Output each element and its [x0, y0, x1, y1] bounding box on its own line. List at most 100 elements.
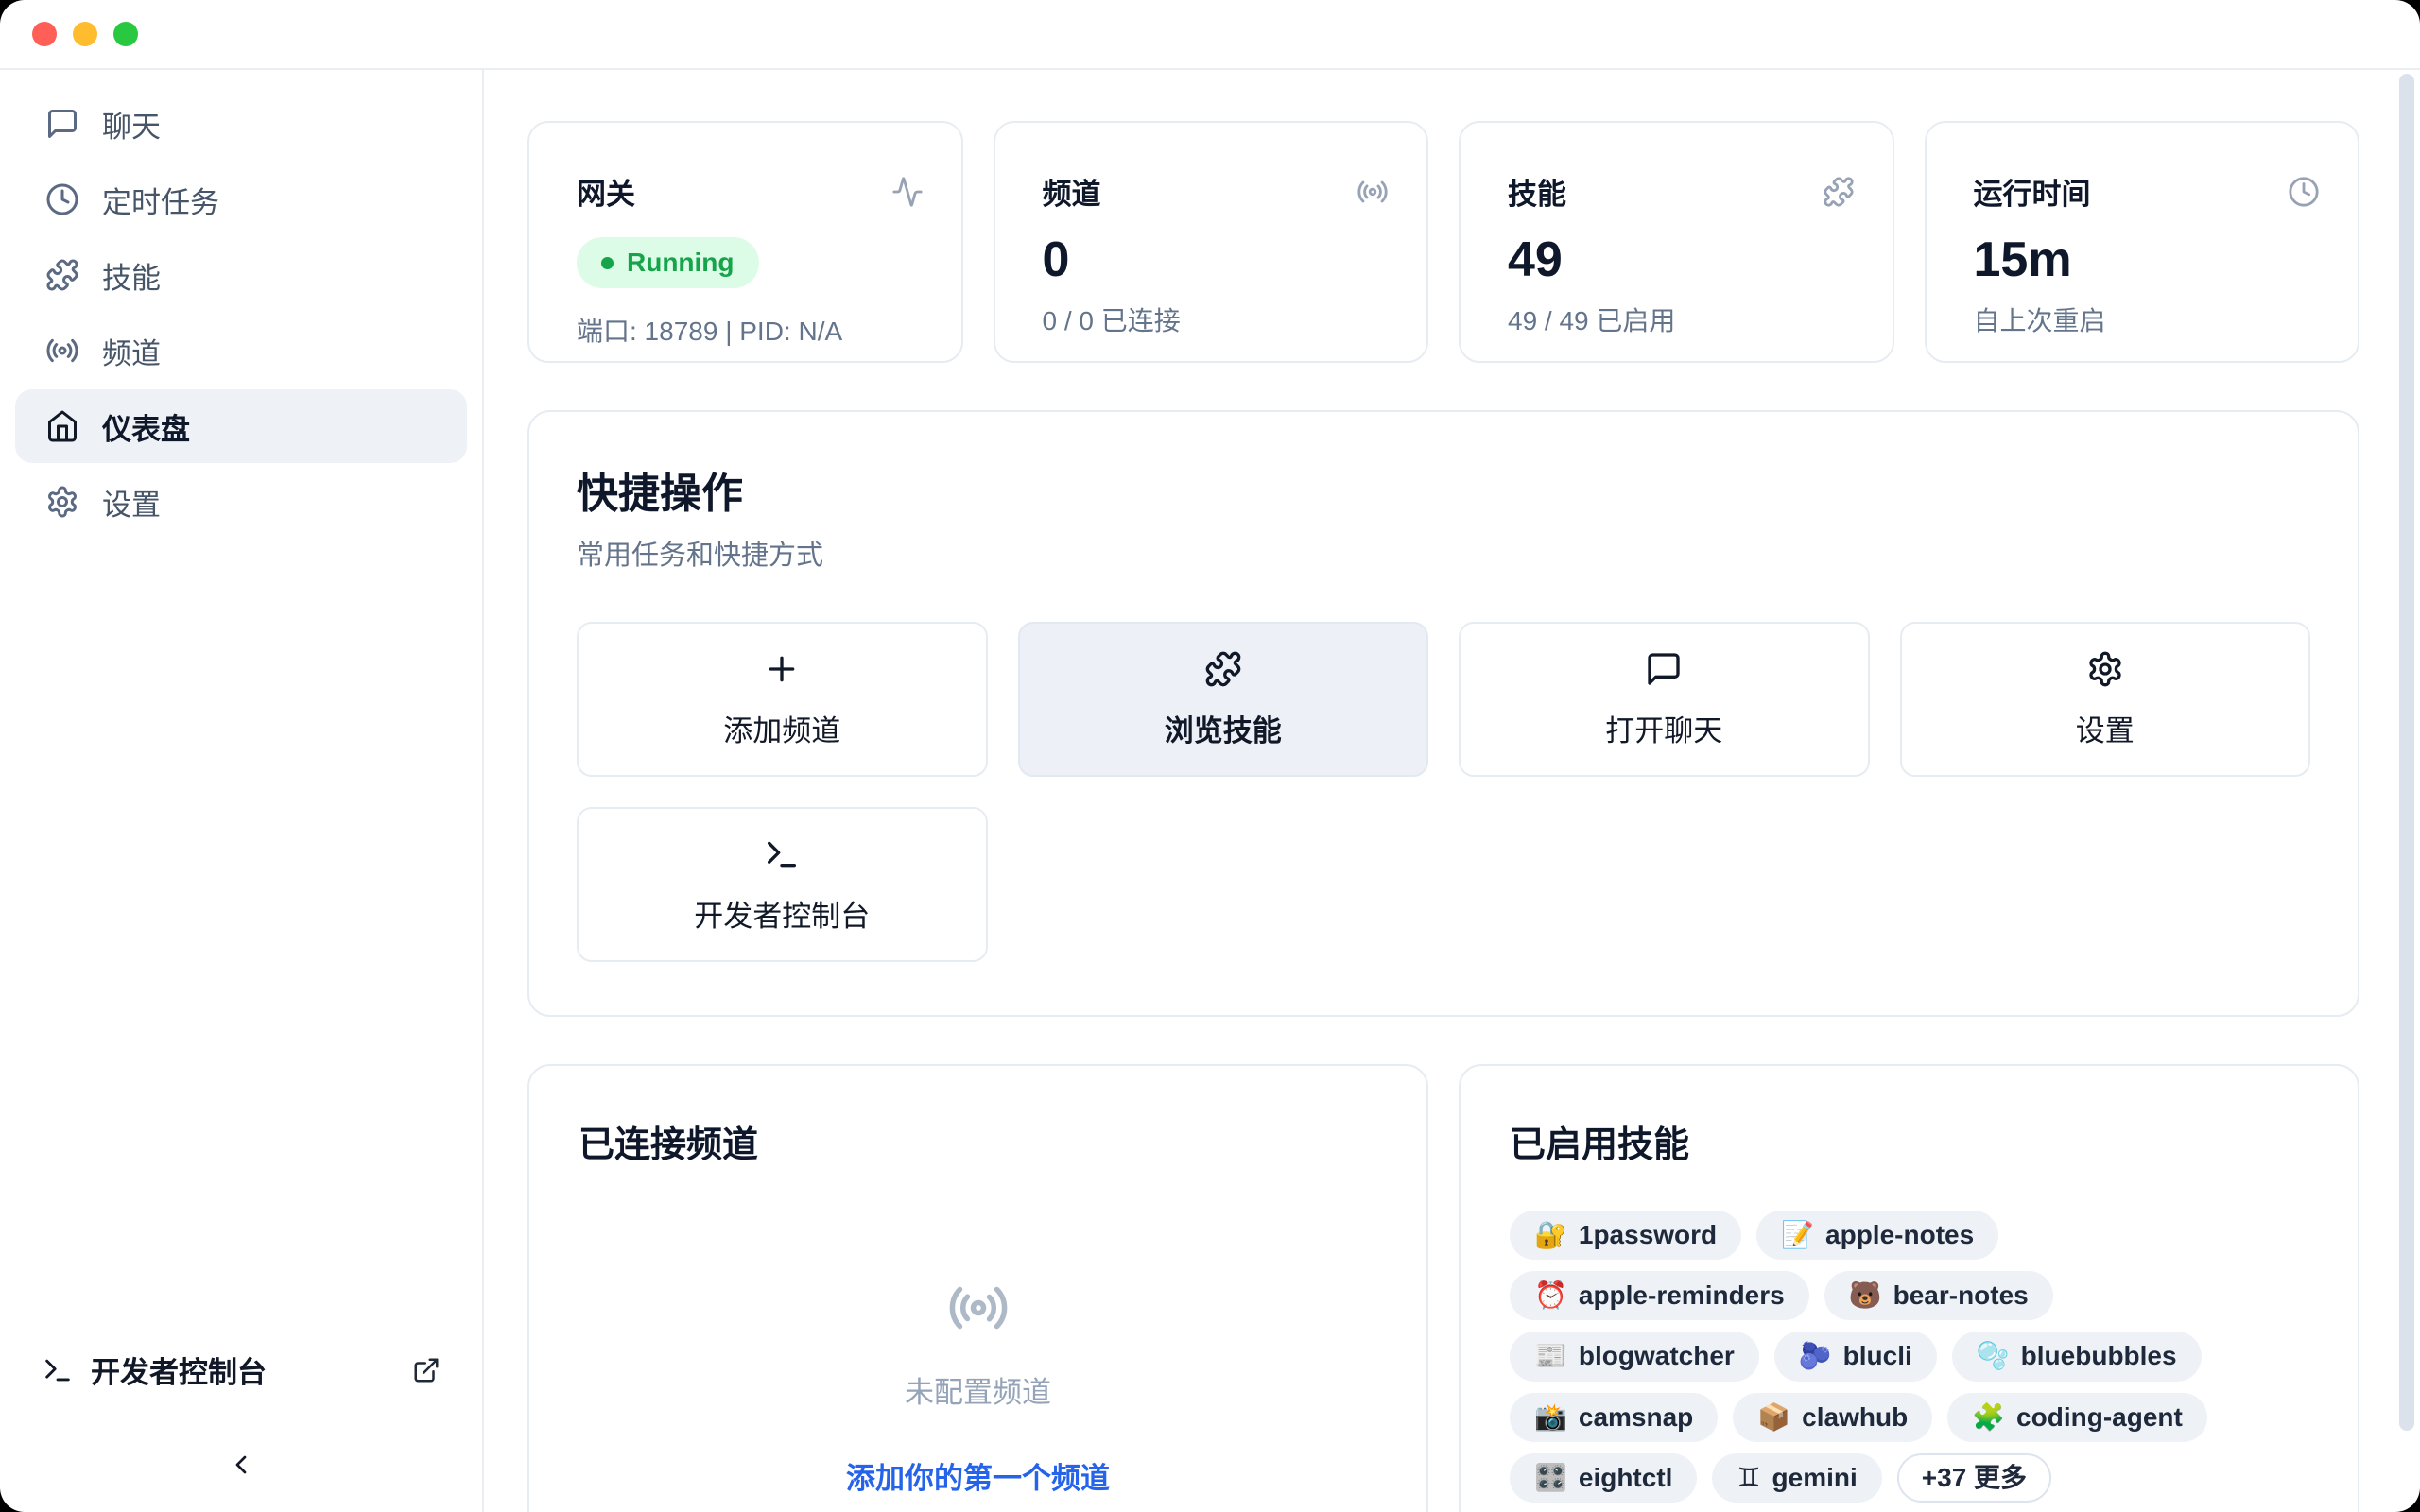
skill-pill[interactable]: 🐻 bear-notes [1824, 1271, 2053, 1320]
enabled-skills-title: 已启用技能 [1510, 1115, 2308, 1167]
stat-title: 技能 [1508, 170, 1566, 213]
radio-icon [45, 334, 79, 368]
stat-detail: 0 / 0 已连接 [1043, 301, 1390, 338]
stat-title: 运行时间 [1974, 170, 2091, 213]
plus-icon [763, 650, 801, 688]
skill-emoji: 🫐 [1799, 1341, 1832, 1371]
status-badge-label: Running [627, 248, 735, 278]
quick-action-browse-skills[interactable]: 浏览技能 [1018, 622, 1429, 777]
quick-actions-subtitle: 常用任务和快捷方式 [577, 533, 2310, 573]
skill-pill[interactable]: 📸 camsnap [1510, 1393, 1718, 1442]
console-label: 开发者控制台 [91, 1349, 267, 1391]
skill-name: apple-notes [1825, 1220, 1974, 1250]
skill-name: blogwatcher [1579, 1341, 1735, 1371]
home-icon [45, 409, 79, 443]
quick-actions-panel: 快捷操作 常用任务和快捷方式 添加频道 浏览技能 打开聊天 设置 开发者控制台 [527, 410, 2360, 1017]
sidebar-item-settings[interactable]: 设置 [15, 465, 467, 539]
clock-icon [45, 182, 79, 216]
skill-emoji: 📰 [1534, 1341, 1567, 1371]
more-skills-button[interactable]: +37 更多 [1897, 1453, 2051, 1503]
connected-channels-title: 已连接频道 [579, 1115, 1377, 1167]
sidebar-item-label: 技能 [102, 254, 161, 297]
skill-pill[interactable]: 🫧 bluebubbles [1952, 1332, 2202, 1381]
stat-value: 0 [1043, 233, 1390, 287]
skill-name: clawhub [1802, 1402, 1908, 1433]
external-link-icon[interactable] [412, 1356, 441, 1384]
quick-action-label: 浏览技能 [1165, 707, 1282, 749]
quick-action-dev-console[interactable]: 开发者控制台 [577, 807, 988, 962]
minimize-button[interactable] [73, 22, 97, 46]
channels-empty-state: 未配置频道 添加你的第一个频道 [579, 1167, 1377, 1497]
sidebar-item-channels[interactable]: 频道 [15, 314, 467, 387]
sidebar-item-dashboard[interactable]: 仪表盘 [15, 389, 467, 463]
radio-icon [947, 1277, 1010, 1339]
skill-pill[interactable]: 🎛️ eightctl [1510, 1453, 1697, 1503]
skill-pill[interactable]: 📝 apple-notes [1756, 1211, 1998, 1260]
skill-pill[interactable]: ⏰ apple-reminders [1510, 1271, 1809, 1320]
close-button[interactable] [32, 22, 57, 46]
puzzle-icon [1823, 176, 1855, 208]
stat-title: 网关 [577, 170, 635, 213]
enabled-skills-panel: 已启用技能 🔐 1password 📝 apple-notes ⏰ apple-… [1459, 1064, 2360, 1512]
collapse-row [15, 1450, 467, 1480]
puzzle-icon [1204, 650, 1242, 688]
skills-list: 🔐 1password 📝 apple-notes ⏰ apple-remind… [1510, 1211, 2308, 1503]
skill-name: 1password [1579, 1220, 1717, 1250]
sidebar-footer: 开发者控制台 [15, 1349, 467, 1480]
sidebar-item-label: 定时任务 [102, 179, 219, 221]
chat-icon [45, 107, 79, 141]
skill-name: gemini [1772, 1463, 1858, 1493]
stat-title: 频道 [1043, 170, 1101, 213]
skill-name: blucli [1843, 1341, 1912, 1371]
chat-icon [1645, 650, 1683, 688]
quick-action-label: 添加频道 [723, 707, 840, 749]
sidebar-item-scheduled-tasks[interactable]: 定时任务 [15, 163, 467, 236]
add-first-channel-link[interactable]: 添加你的第一个频道 [846, 1454, 1110, 1497]
zoom-button[interactable] [113, 22, 138, 46]
quick-actions-grid: 添加频道 浏览技能 打开聊天 设置 开发者控制台 [577, 622, 2310, 962]
skill-emoji: 🎛️ [1534, 1463, 1567, 1493]
sidebar-item-label: 聊天 [102, 103, 161, 146]
puzzle-icon [45, 258, 79, 292]
status-dot [601, 257, 614, 269]
quick-actions-title: 快捷操作 [577, 459, 2310, 520]
skill-pill[interactable]: 🧩 coding-agent [1947, 1393, 2207, 1442]
skill-emoji: 📝 [1781, 1220, 1814, 1250]
quick-action-open-chat[interactable]: 打开聊天 [1459, 622, 1870, 777]
app-window: 聊天 定时任务 技能 频道 仪表盘 设置 开发者控制台 [0, 0, 2420, 1512]
skill-name: bluebubbles [2021, 1341, 2177, 1371]
main-content: 网关 Running 端口: 18789 | PID: N/A 频道 0 0 /… [484, 70, 2420, 1512]
skill-emoji: 🐻 [1849, 1280, 1882, 1311]
skill-emoji: 🫧 [1977, 1341, 2010, 1371]
skill-emoji: ♊ [1737, 1463, 1760, 1493]
sidebar-item-label: 频道 [102, 330, 161, 372]
stats-row: 网关 Running 端口: 18789 | PID: N/A 频道 0 0 /… [527, 121, 2360, 363]
skill-emoji: ⏰ [1534, 1280, 1567, 1311]
skill-name: eightctl [1579, 1463, 1673, 1493]
sidebar-console-link[interactable]: 开发者控制台 [15, 1349, 467, 1391]
skill-pill[interactable]: 🫐 blucli [1774, 1332, 1937, 1381]
stat-detail: 49 / 49 已启用 [1508, 301, 1855, 338]
terminal-icon [42, 1354, 74, 1386]
skill-pill[interactable]: 📰 blogwatcher [1510, 1332, 1759, 1381]
skill-name: camsnap [1579, 1402, 1693, 1433]
skill-emoji: 🧩 [1972, 1402, 2005, 1433]
sidebar-item-chat[interactable]: 聊天 [15, 87, 467, 161]
sidebar-nav: 聊天 定时任务 技能 频道 仪表盘 设置 [15, 87, 467, 541]
skill-pill[interactable]: ♊ gemini [1712, 1453, 1881, 1503]
empty-state-text: 未配置频道 [579, 1368, 1377, 1411]
collapse-sidebar-button[interactable] [226, 1450, 256, 1480]
gear-icon [45, 485, 79, 519]
quick-action-settings[interactable]: 设置 [1900, 622, 2311, 777]
quick-action-add-channel[interactable]: 添加频道 [577, 622, 988, 777]
skill-pill[interactable]: 📦 clawhub [1733, 1393, 1932, 1442]
radio-icon [1357, 176, 1389, 208]
skill-pill[interactable]: 🔐 1password [1510, 1211, 1741, 1260]
sidebar-item-skills[interactable]: 技能 [15, 238, 467, 312]
skill-name: bear-notes [1893, 1280, 2029, 1311]
terminal-icon [763, 835, 801, 873]
scrollbar-thumb[interactable] [2399, 74, 2414, 1431]
skill-name: coding-agent [2016, 1402, 2183, 1433]
stat-card: 技能 49 49 / 49 已启用 [1459, 121, 1894, 363]
stat-card: 运行时间 15m 自上次重启 [1925, 121, 2360, 363]
